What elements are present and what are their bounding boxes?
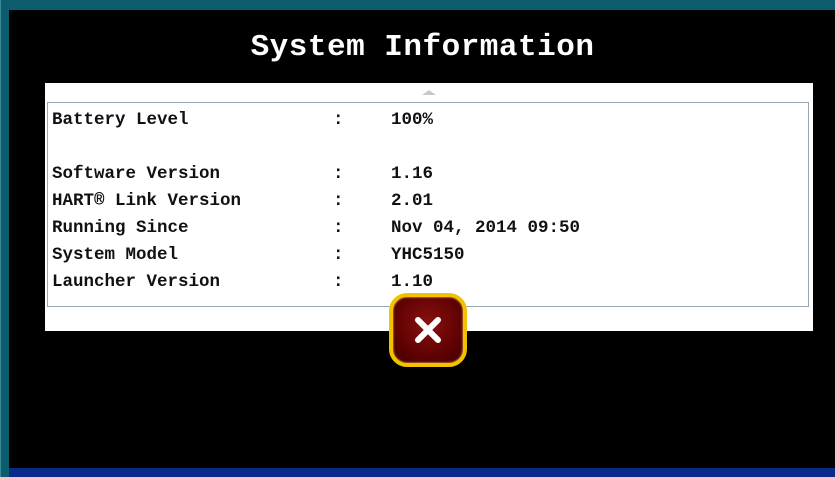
status-bar — [9, 468, 835, 477]
info-separator: : — [333, 245, 344, 265]
info-value: Nov 04, 2014 09:50 — [391, 218, 581, 238]
info-row-software-version: Software Version : 1.16 — [52, 163, 802, 185]
info-value: 2.01 — [391, 191, 434, 211]
info-list[interactable]: Battery Level : 100% Software Version : … — [47, 102, 809, 307]
info-label: Battery Level — [52, 110, 189, 130]
info-value: 1.16 — [391, 164, 434, 184]
info-row-system-model: System Model : YHC5150 — [52, 244, 802, 266]
info-separator: : — [333, 191, 344, 211]
info-label: Launcher Version — [52, 272, 221, 292]
scroll-up-button[interactable] — [45, 83, 813, 101]
info-separator: : — [333, 272, 344, 292]
info-row-running-since: Running Since : Nov 04, 2014 09:50 — [52, 217, 802, 239]
info-row-launcher-version: Launcher Version : 1.10 — [52, 271, 802, 293]
close-button[interactable] — [389, 293, 467, 367]
info-value: 1.10 — [391, 272, 434, 292]
info-separator: : — [333, 218, 344, 238]
device-frame: System Information Battery Level : 100% … — [0, 0, 835, 477]
info-label: Software Version — [52, 164, 221, 184]
info-separator: : — [333, 110, 344, 130]
scroll-up-arrow-icon — [422, 89, 436, 95]
info-label: Running Since — [52, 218, 189, 238]
info-row-hart-link-version: HART® Link Version : 2.01 — [52, 190, 802, 212]
info-label: HART® Link Version — [52, 191, 242, 211]
page-title: System Information — [250, 30, 595, 65]
info-value: YHC5150 — [391, 245, 465, 265]
close-x-icon — [415, 317, 441, 343]
info-row-battery-level: Battery Level : 100% — [52, 109, 802, 131]
info-separator: : — [333, 164, 344, 184]
system-information-dialog: System Information Battery Level : 100% … — [9, 10, 835, 468]
info-label: System Model — [52, 245, 179, 265]
info-value: 100% — [391, 110, 434, 130]
